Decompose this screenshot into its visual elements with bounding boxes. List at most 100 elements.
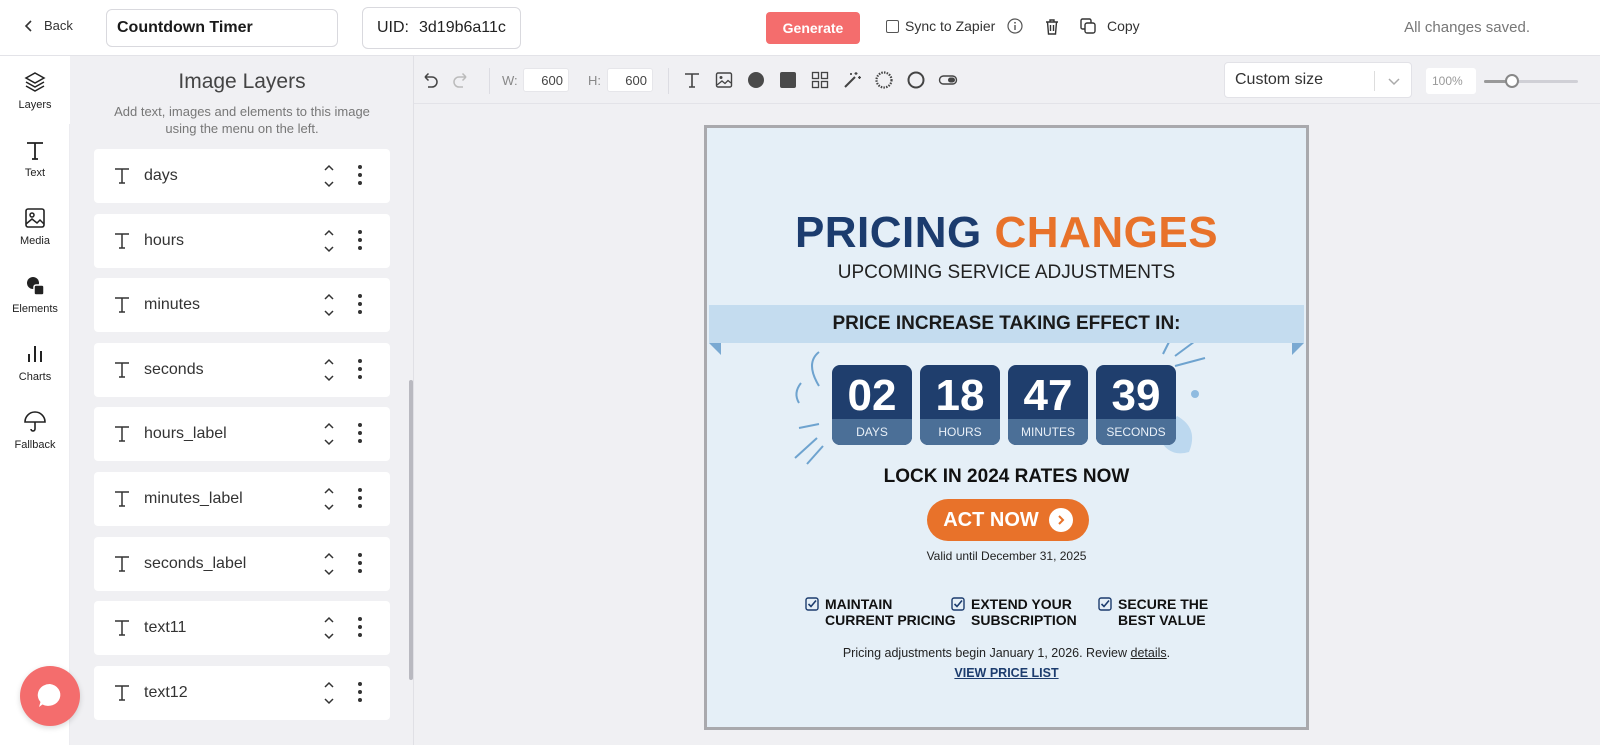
layer-name: hours_label — [144, 425, 227, 442]
layer-item-text12[interactable]: text12 — [94, 666, 390, 720]
act-now-button[interactable]: ACT NOW — [927, 499, 1089, 541]
text-layer-icon — [115, 362, 129, 378]
zapier-sync-toggle[interactable]: Sync to Zapier — [886, 18, 1023, 34]
timer-unit: DAYS — [832, 419, 912, 445]
more-options-icon[interactable] — [358, 681, 362, 703]
add-circle-icon[interactable] — [746, 70, 766, 90]
grid-icon[interactable] — [810, 70, 830, 90]
layer-name: minutes_label — [144, 490, 243, 507]
undo-icon[interactable] — [420, 70, 440, 90]
zoom-value[interactable]: 100% — [1426, 68, 1476, 94]
text-layer-icon — [115, 168, 129, 184]
layer-item-minutes-label[interactable]: minutes_label — [94, 472, 390, 526]
add-rectangle-icon[interactable] — [778, 70, 798, 90]
reorder-icon[interactable] — [323, 162, 335, 190]
size-preset-value: Custom size — [1235, 71, 1324, 88]
timer-value: 18 — [935, 371, 985, 420]
more-options-icon[interactable] — [358, 358, 362, 380]
rail-item-text[interactable]: Text — [0, 124, 70, 192]
layer-item-hours[interactable]: hours — [94, 214, 390, 268]
more-options-icon[interactable] — [358, 293, 362, 315]
trash-icon[interactable] — [1042, 17, 1062, 37]
reorder-icon[interactable] — [323, 356, 335, 384]
rail-item-charts[interactable]: Charts — [0, 328, 70, 396]
layers-scrollbar[interactable] — [409, 380, 413, 680]
back-button[interactable]: Back — [22, 18, 73, 33]
chat-button[interactable] — [20, 666, 80, 726]
layer-item-hours-label[interactable]: hours_label — [94, 407, 390, 461]
zoom-slider[interactable] — [1484, 74, 1578, 88]
rail-item-elements[interactable]: Elements — [0, 260, 70, 328]
panel-subtitle: Add text, images and elements to this im… — [114, 104, 370, 136]
copy-icon — [1080, 18, 1096, 34]
benefit-item: SECURE THE BEST VALUE — [1098, 596, 1208, 628]
reorder-icon[interactable] — [323, 291, 335, 319]
design-canvas[interactable]: PRICING CHANGES UPCOMING SERVICE ADJUSTM… — [704, 125, 1309, 730]
layer-item-days[interactable]: days — [94, 149, 390, 203]
reorder-icon[interactable] — [323, 227, 335, 255]
rail-label: Media — [20, 234, 50, 247]
more-options-icon[interactable] — [358, 229, 362, 251]
project-title-input[interactable]: Countdown Timer — [106, 9, 338, 47]
more-options-icon[interactable] — [358, 422, 362, 444]
rail-label: Text — [24, 166, 46, 179]
reorder-icon[interactable] — [323, 614, 335, 642]
copy-button[interactable]: Copy — [1079, 17, 1140, 35]
toggle-icon[interactable] — [938, 70, 958, 90]
ring-icon[interactable] — [906, 70, 926, 90]
generate-button[interactable]: Generate — [766, 12, 860, 44]
rail-item-fallback[interactable]: Fallback — [0, 396, 70, 464]
more-options-icon[interactable] — [358, 616, 362, 638]
reorder-icon[interactable] — [323, 679, 335, 707]
rail-item-layers[interactable]: Layers — [0, 56, 70, 124]
benefit-line2: SUBSCRIPTION — [971, 612, 1077, 628]
layer-name: text12 — [144, 684, 188, 701]
details-link[interactable]: details — [1131, 646, 1167, 660]
panel-title: Image Layers — [178, 70, 306, 93]
more-options-icon[interactable] — [358, 487, 362, 509]
benefit-item: EXTEND YOUR SUBSCRIPTION — [951, 596, 1077, 628]
layer-item-seconds-label[interactable]: seconds_label — [94, 537, 390, 591]
valid-until-text: Valid until December 31, 2025 — [926, 549, 1087, 563]
zapier-checkbox[interactable] — [886, 19, 899, 33]
reorder-icon[interactable] — [323, 550, 335, 578]
benefit-line1: EXTEND YOUR — [971, 596, 1072, 612]
subheadline: UPCOMING SERVICE ADJUSTMENTS — [837, 262, 1176, 283]
zoom-slider-thumb[interactable] — [1505, 74, 1520, 88]
timer-value: 39 — [1111, 371, 1161, 420]
checkbox-icon — [951, 597, 965, 611]
uid-value: 3d19b6a11c — [419, 19, 506, 36]
add-text-icon[interactable] — [682, 70, 702, 90]
size-preset-select[interactable]: Custom size — [1224, 62, 1412, 98]
uid-field[interactable]: UID: 3d19b6a11c — [362, 7, 521, 49]
text-layer-icon — [115, 233, 129, 249]
headline-part2: CHANGES — [994, 208, 1219, 257]
more-options-icon[interactable] — [358, 552, 362, 574]
view-price-list-link[interactable]: VIEW PRICE LIST — [707, 666, 1306, 680]
redo-icon[interactable] — [451, 70, 471, 90]
info-icon[interactable] — [1007, 18, 1023, 34]
footer-note: Pricing adjustments begin January 1, 202… — [707, 646, 1306, 660]
layer-item-minutes[interactable]: minutes — [94, 278, 390, 332]
layer-item-seconds[interactable]: seconds — [94, 343, 390, 397]
layer-item-text11[interactable]: text11 — [94, 601, 390, 655]
dashed-circle-icon[interactable] — [874, 70, 894, 90]
ribbon-fold-left — [709, 343, 721, 355]
width-input[interactable]: 600 — [523, 68, 569, 92]
toolbar-separator — [668, 68, 669, 94]
add-image-icon[interactable] — [714, 70, 734, 90]
arrow-right-icon — [1048, 508, 1073, 532]
rail-label: Elements — [12, 302, 58, 315]
reorder-icon[interactable] — [323, 420, 335, 448]
shapes-icon — [27, 276, 45, 296]
rail-item-media[interactable]: Media — [0, 192, 70, 260]
magic-wand-icon[interactable] — [842, 70, 862, 90]
text-icon — [27, 141, 43, 160]
reorder-icon[interactable] — [323, 485, 335, 513]
rail-label: Charts — [18, 370, 52, 383]
more-options-icon[interactable] — [358, 164, 362, 186]
zapier-label: Sync to Zapier — [905, 18, 996, 34]
copy-label: Copy — [1107, 18, 1140, 34]
headline-part1: PRICING — [794, 208, 982, 257]
height-input[interactable]: 600 — [607, 68, 653, 92]
